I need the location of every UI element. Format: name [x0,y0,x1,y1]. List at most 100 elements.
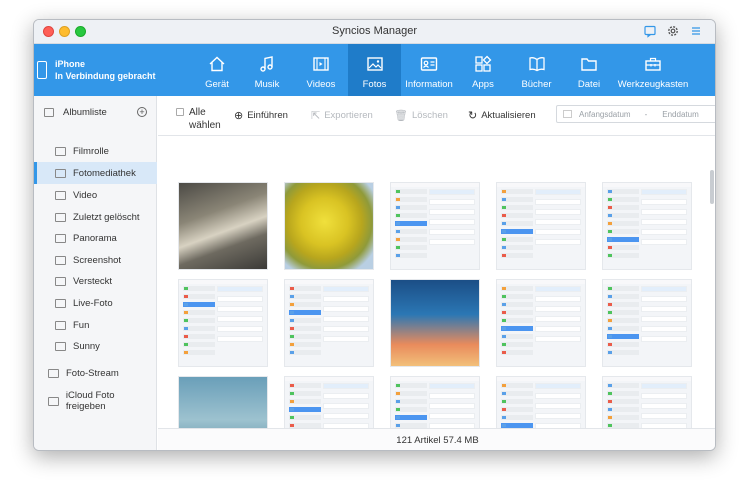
screenshot-thumbnail[interactable] [602,182,692,270]
nav-tab-musik[interactable]: Musik [240,44,294,96]
nav-tab-datei[interactable]: Datei [564,44,614,96]
sidebar-item-label: Sunny [73,340,100,352]
title-bar: Syncios Manager [34,20,715,44]
screenshot-thumbnail[interactable] [496,279,586,367]
nav-tab-label: Gerät [205,79,229,90]
add-album-icon[interactable]: + [137,107,147,117]
select-all-checkbox[interactable]: Alle wählen [176,106,229,132]
nav-tab-information[interactable]: Information [401,44,457,96]
photo-thumbnail[interactable] [284,182,374,270]
phone-icon [37,61,47,79]
screenshot-thumbnail[interactable] [178,279,268,367]
trash-icon: 🗑 [394,110,408,122]
sidebar-item-label: Screenshot [73,254,122,266]
menu-icon[interactable] [689,24,703,38]
sidebar-item-label: Panorama [73,232,117,244]
sidebar-item-icloud-foto[interactable]: iCloud Foto freigeben [48,390,156,412]
nav-tab-label: Videos [306,79,336,90]
sidebar-item-live-foto[interactable]: Live-Foto [34,292,157,314]
sidebar: Albumliste + Filmrolle Fotomediathek Vid… [34,96,157,450]
album-icon [55,298,66,308]
end-date-input[interactable]: Enddatum [662,110,698,119]
refresh-icon: ↻ [468,110,478,122]
album-icon [55,146,66,156]
sidebar-item-label: Filmrolle [73,145,109,157]
photo-thumbnail[interactable] [178,182,268,270]
device-name: iPhone [55,59,86,69]
device-status: In Verbindung gebracht [55,71,156,81]
import-label: Einführen [247,110,288,121]
nav-tab-label: Apps [472,79,494,90]
import-button[interactable]: ⊕ Einführen [234,109,288,122]
delete-button[interactable]: 🗑 Löschen [394,109,448,122]
album-icon [55,168,66,178]
photo-panel: Alle wählen ⊕ Einführen ⇱ Exportieren 🗑 Lös… [158,96,715,450]
screenshot-thumbnail[interactable] [602,279,692,367]
sidebar-item-label: Versteckt [73,275,113,287]
scrollbar[interactable] [710,170,714,204]
sidebar-item-panorama[interactable]: Panorama [34,227,157,249]
icloud-share-icon [48,396,59,406]
top-navigation: iPhone In Verbindung gebracht Gerät Musi… [34,44,715,96]
album-icon [55,212,66,222]
contact-card-icon [420,57,438,71]
book-icon [528,57,545,72]
status-footer: 121 Artikel 57.4 MB [158,428,715,450]
sidebar-item-fotomediathek[interactable]: Fotomediathek [34,162,157,184]
plus-circle-icon: ⊕ [234,110,244,122]
folder-icon [581,58,597,71]
nav-tab-fotos[interactable]: Fotos [348,44,401,96]
nav-tab-label: Fotos [362,79,387,90]
album-icon [44,107,54,117]
start-date-input[interactable]: Anfangsdatum [579,110,631,119]
app-window: Syncios Manager iPhone In Verbindung geb… [33,19,716,451]
nav-tab-geraet[interactable]: Gerät [194,44,240,96]
device-info[interactable]: iPhone In Verbindung gebracht [34,44,157,96]
home-icon [209,56,225,72]
nav-tab-apps[interactable]: Apps [457,44,509,96]
sidebar-item-foto-stream[interactable]: Foto-Stream [48,364,119,382]
feedback-icon[interactable] [643,24,657,38]
nav-tab-werkzeugkasten[interactable]: Werkzeugkasten [614,44,692,96]
album-icon [55,341,66,351]
sidebar-item-video[interactable]: Video [34,184,157,206]
apps-icon [475,55,492,72]
sidebar-item-label: Live-Foto [73,297,113,309]
sidebar-item-zuletzt-geloescht[interactable]: Zuletzt gelöscht [34,206,157,228]
nav-tab-label: Datei [577,79,601,90]
export-button[interactable]: ⇱ Exportieren [311,109,373,122]
gear-icon[interactable] [666,24,680,38]
screenshot-thumbnail[interactable] [284,279,374,367]
sidebar-item-label: Video [73,189,98,201]
nav-tab-label: Werkzeugkasten [617,79,689,90]
photo-icon [366,57,383,71]
window-title: Syncios Manager [332,25,417,37]
sidebar-item-label: Fotomediathek [73,167,136,179]
album-icon [55,320,66,330]
date-range-filter[interactable]: Anfangsdatum - Enddatum [556,105,715,123]
sidebar-item-fun[interactable]: Fun [34,314,157,336]
photo-toolbar: Alle wählen ⊕ Einführen ⇱ Exportieren 🗑 Lös… [158,96,715,136]
music-icon [260,56,273,72]
nav-tab-buecher[interactable]: Bücher [509,44,564,96]
date-separator: - [644,109,648,119]
sidebar-item-sunny[interactable]: Sunny [34,335,157,357]
album-icon [55,233,66,243]
screenshot-thumbnail[interactable] [496,182,586,270]
album-list-header: Albumliste + [44,104,147,120]
album-icon [55,190,66,200]
refresh-button[interactable]: ↻ Aktualisieren [468,109,536,122]
export-label: Exportieren [324,110,373,121]
sidebar-item-filmrolle[interactable]: Filmrolle [34,140,157,162]
select-all-label: Alle wählen [189,107,221,131]
photo-thumbnail[interactable] [390,279,480,367]
sidebar-item-label: Fun [73,319,90,331]
sidebar-item-screenshot[interactable]: Screenshot [34,249,157,271]
album-icon [55,255,66,265]
nav-tab-label: Musik [254,79,280,90]
export-icon: ⇱ [311,110,321,122]
screenshot-thumbnail[interactable] [390,182,480,270]
sidebar-item-versteckt[interactable]: Versteckt [34,270,157,292]
sidebar-item-label: Foto-Stream [66,367,119,379]
nav-tab-videos[interactable]: Videos [294,44,348,96]
